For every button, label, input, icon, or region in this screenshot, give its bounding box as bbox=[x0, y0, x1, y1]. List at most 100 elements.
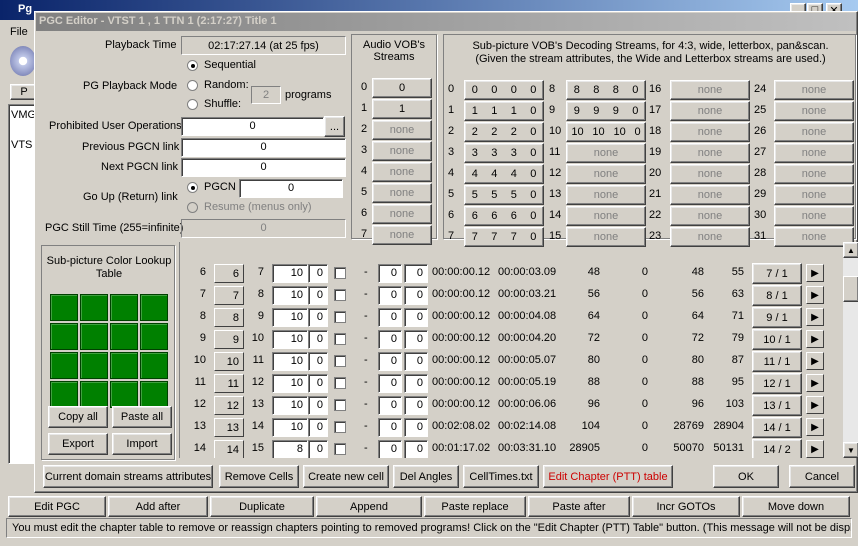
create-cell-button[interactable]: Create new cell bbox=[303, 465, 389, 488]
tree-item-vts[interactable]: VTS bbox=[11, 139, 32, 151]
ptt-button[interactable]: 11 / 1 bbox=[752, 351, 802, 372]
subpic-stream-button[interactable]: 5550 bbox=[464, 185, 544, 205]
subpic-stream-button[interactable]: none bbox=[670, 101, 750, 121]
program-number[interactable]: 6 bbox=[214, 264, 244, 283]
subpic-stream-button[interactable]: none bbox=[670, 143, 750, 163]
ptt-button[interactable]: 7 / 1 bbox=[752, 263, 802, 284]
clut-color-swatch[interactable] bbox=[80, 323, 108, 350]
random-radio[interactable]: Random: bbox=[187, 79, 249, 91]
cell-checkbox[interactable] bbox=[334, 355, 346, 367]
cell-field-b[interactable]: 0 bbox=[308, 374, 328, 393]
cell-field-d[interactable]: 0 bbox=[378, 264, 402, 283]
table-row[interactable]: 12 12 13 10 0-0 0 00:00:00.12 00:00:06.06 96 0 96 1… bbox=[180, 395, 842, 416]
scroll-thumb[interactable] bbox=[843, 276, 858, 302]
cell-field-d[interactable]: 0 bbox=[378, 440, 402, 458]
pgc-action-button-incr-gotos[interactable]: Incr GOTOs bbox=[632, 496, 740, 517]
cell-table-scrollbar[interactable]: ▲ ▼ bbox=[843, 242, 858, 458]
scroll-up-button[interactable]: ▲ bbox=[843, 242, 858, 258]
table-row[interactable]: 13 13 14 10 0-0 0 00:02:08.02 00:02:14.08 104 0 28… bbox=[180, 417, 842, 438]
clut-color-swatch[interactable] bbox=[140, 352, 168, 379]
prohibited-field[interactable]: 0 bbox=[181, 117, 324, 136]
play-cell-button[interactable]: ▶ bbox=[806, 440, 824, 458]
subpic-stream-button[interactable]: none bbox=[566, 143, 646, 163]
ptt-button[interactable]: 14 / 2 bbox=[752, 439, 802, 458]
subpic-stream-button[interactable]: none bbox=[670, 122, 750, 142]
clut-color-swatch[interactable] bbox=[140, 294, 168, 321]
copy-all-button[interactable]: Copy all bbox=[48, 406, 108, 428]
subpic-stream-button[interactable]: none bbox=[670, 206, 750, 226]
subpic-stream-button[interactable]: none bbox=[670, 80, 750, 100]
prohibited-ellipsis-button[interactable]: ... bbox=[324, 116, 345, 137]
subpic-stream-button[interactable]: 2220 bbox=[464, 122, 544, 142]
audio-stream-button[interactable]: 1 bbox=[372, 99, 432, 119]
cell-field-a[interactable]: 10 bbox=[272, 374, 308, 393]
cell-field-e[interactable]: 0 bbox=[404, 264, 428, 283]
program-number[interactable]: 7 bbox=[214, 286, 244, 305]
cell-field-b[interactable]: 0 bbox=[308, 264, 328, 283]
subpic-stream-button[interactable]: 8880 bbox=[566, 80, 646, 100]
cell-checkbox[interactable] bbox=[334, 267, 346, 279]
celltimes-button[interactable]: CellTimes.txt bbox=[463, 465, 539, 488]
table-row[interactable]: 9 9 10 10 0-0 0 00:00:00.12 00:00:04.20 72 0 72 79 1… bbox=[180, 329, 842, 350]
cell-checkbox[interactable] bbox=[334, 377, 346, 389]
edit-chapter-table-button[interactable]: Edit Chapter (PTT) table bbox=[543, 465, 673, 488]
clut-color-swatch[interactable] bbox=[110, 352, 138, 379]
play-cell-button[interactable]: ▶ bbox=[806, 352, 824, 370]
audio-stream-button[interactable]: none bbox=[372, 141, 432, 161]
audio-stream-button[interactable]: 0 bbox=[372, 78, 432, 98]
cell-field-d[interactable]: 0 bbox=[378, 396, 402, 415]
cell-checkbox[interactable] bbox=[334, 399, 346, 411]
pgc-action-button-duplicate[interactable]: Duplicate bbox=[210, 496, 314, 517]
cell-field-b[interactable]: 0 bbox=[308, 352, 328, 371]
cell-field-e[interactable]: 0 bbox=[404, 308, 428, 327]
subpic-stream-button[interactable]: none bbox=[774, 206, 854, 226]
cell-field-d[interactable]: 0 bbox=[378, 352, 402, 371]
program-number[interactable]: 10 bbox=[214, 352, 244, 371]
current-domain-button[interactable]: Current domain streams attributes bbox=[43, 465, 213, 488]
subpic-stream-button[interactable]: 4440 bbox=[464, 164, 544, 184]
cell-field-b[interactable]: 0 bbox=[308, 418, 328, 437]
subpic-stream-button[interactable]: none bbox=[774, 185, 854, 205]
play-cell-button[interactable]: ▶ bbox=[806, 308, 824, 326]
cell-checkbox[interactable] bbox=[334, 421, 346, 433]
subpic-stream-button[interactable]: none bbox=[774, 122, 854, 142]
audio-stream-button[interactable]: none bbox=[372, 162, 432, 182]
cell-field-b[interactable]: 0 bbox=[308, 308, 328, 327]
paste-all-button[interactable]: Paste all bbox=[112, 406, 172, 428]
program-number[interactable]: 13 bbox=[214, 418, 244, 437]
cell-field-a[interactable]: 10 bbox=[272, 286, 308, 305]
pgc-action-button-paste-after[interactable]: Paste after bbox=[528, 496, 630, 517]
cell-table[interactable]: 6 6 7 10 0-0 0 00:00:00.12 00:00:03.09 48 0 48 55 7 … bbox=[179, 242, 842, 458]
table-row[interactable]: 10 10 11 10 0-0 0 00:00:00.12 00:00:05.07 80 0 80 8… bbox=[180, 351, 842, 372]
del-angles-button[interactable]: Del Angles bbox=[393, 465, 459, 488]
cell-field-e[interactable]: 0 bbox=[404, 418, 428, 437]
subpic-stream-button[interactable]: 9990 bbox=[566, 101, 646, 121]
cell-field-b[interactable]: 0 bbox=[308, 440, 328, 458]
table-row[interactable]: 8 8 9 10 0-0 0 00:00:00.12 00:00:04.08 64 0 64 71 9 … bbox=[180, 307, 842, 328]
ptt-button[interactable]: 14 / 1 bbox=[752, 417, 802, 438]
cell-field-b[interactable]: 0 bbox=[308, 396, 328, 415]
cell-field-d[interactable]: 0 bbox=[378, 286, 402, 305]
pgc-action-button-paste-replace[interactable]: Paste replace bbox=[424, 496, 526, 517]
cancel-button[interactable]: Cancel bbox=[789, 465, 855, 488]
clut-color-swatch[interactable] bbox=[140, 381, 168, 408]
clut-color-swatch[interactable] bbox=[110, 323, 138, 350]
cell-field-b[interactable]: 0 bbox=[308, 330, 328, 349]
program-number[interactable]: 8 bbox=[214, 308, 244, 327]
subpic-stream-button[interactable]: none bbox=[670, 185, 750, 205]
cell-field-a[interactable]: 10 bbox=[272, 264, 308, 283]
export-button[interactable]: Export bbox=[48, 433, 108, 455]
remove-cells-button[interactable]: Remove Cells bbox=[219, 465, 299, 488]
subpic-stream-button[interactable]: none bbox=[566, 164, 646, 184]
subpic-stream-button[interactable]: none bbox=[566, 206, 646, 226]
scroll-down-button[interactable]: ▼ bbox=[843, 442, 858, 458]
play-cell-button[interactable]: ▶ bbox=[806, 374, 824, 392]
subpic-stream-button[interactable]: none bbox=[774, 101, 854, 121]
cell-field-e[interactable]: 0 bbox=[404, 440, 428, 458]
cell-field-a[interactable]: 10 bbox=[272, 418, 308, 437]
play-cell-button[interactable]: ▶ bbox=[806, 396, 824, 414]
cell-field-d[interactable]: 0 bbox=[378, 374, 402, 393]
sequential-radio[interactable]: Sequential bbox=[187, 59, 256, 71]
clut-color-swatch[interactable] bbox=[50, 294, 78, 321]
subpic-stream-button[interactable]: 6660 bbox=[464, 206, 544, 226]
